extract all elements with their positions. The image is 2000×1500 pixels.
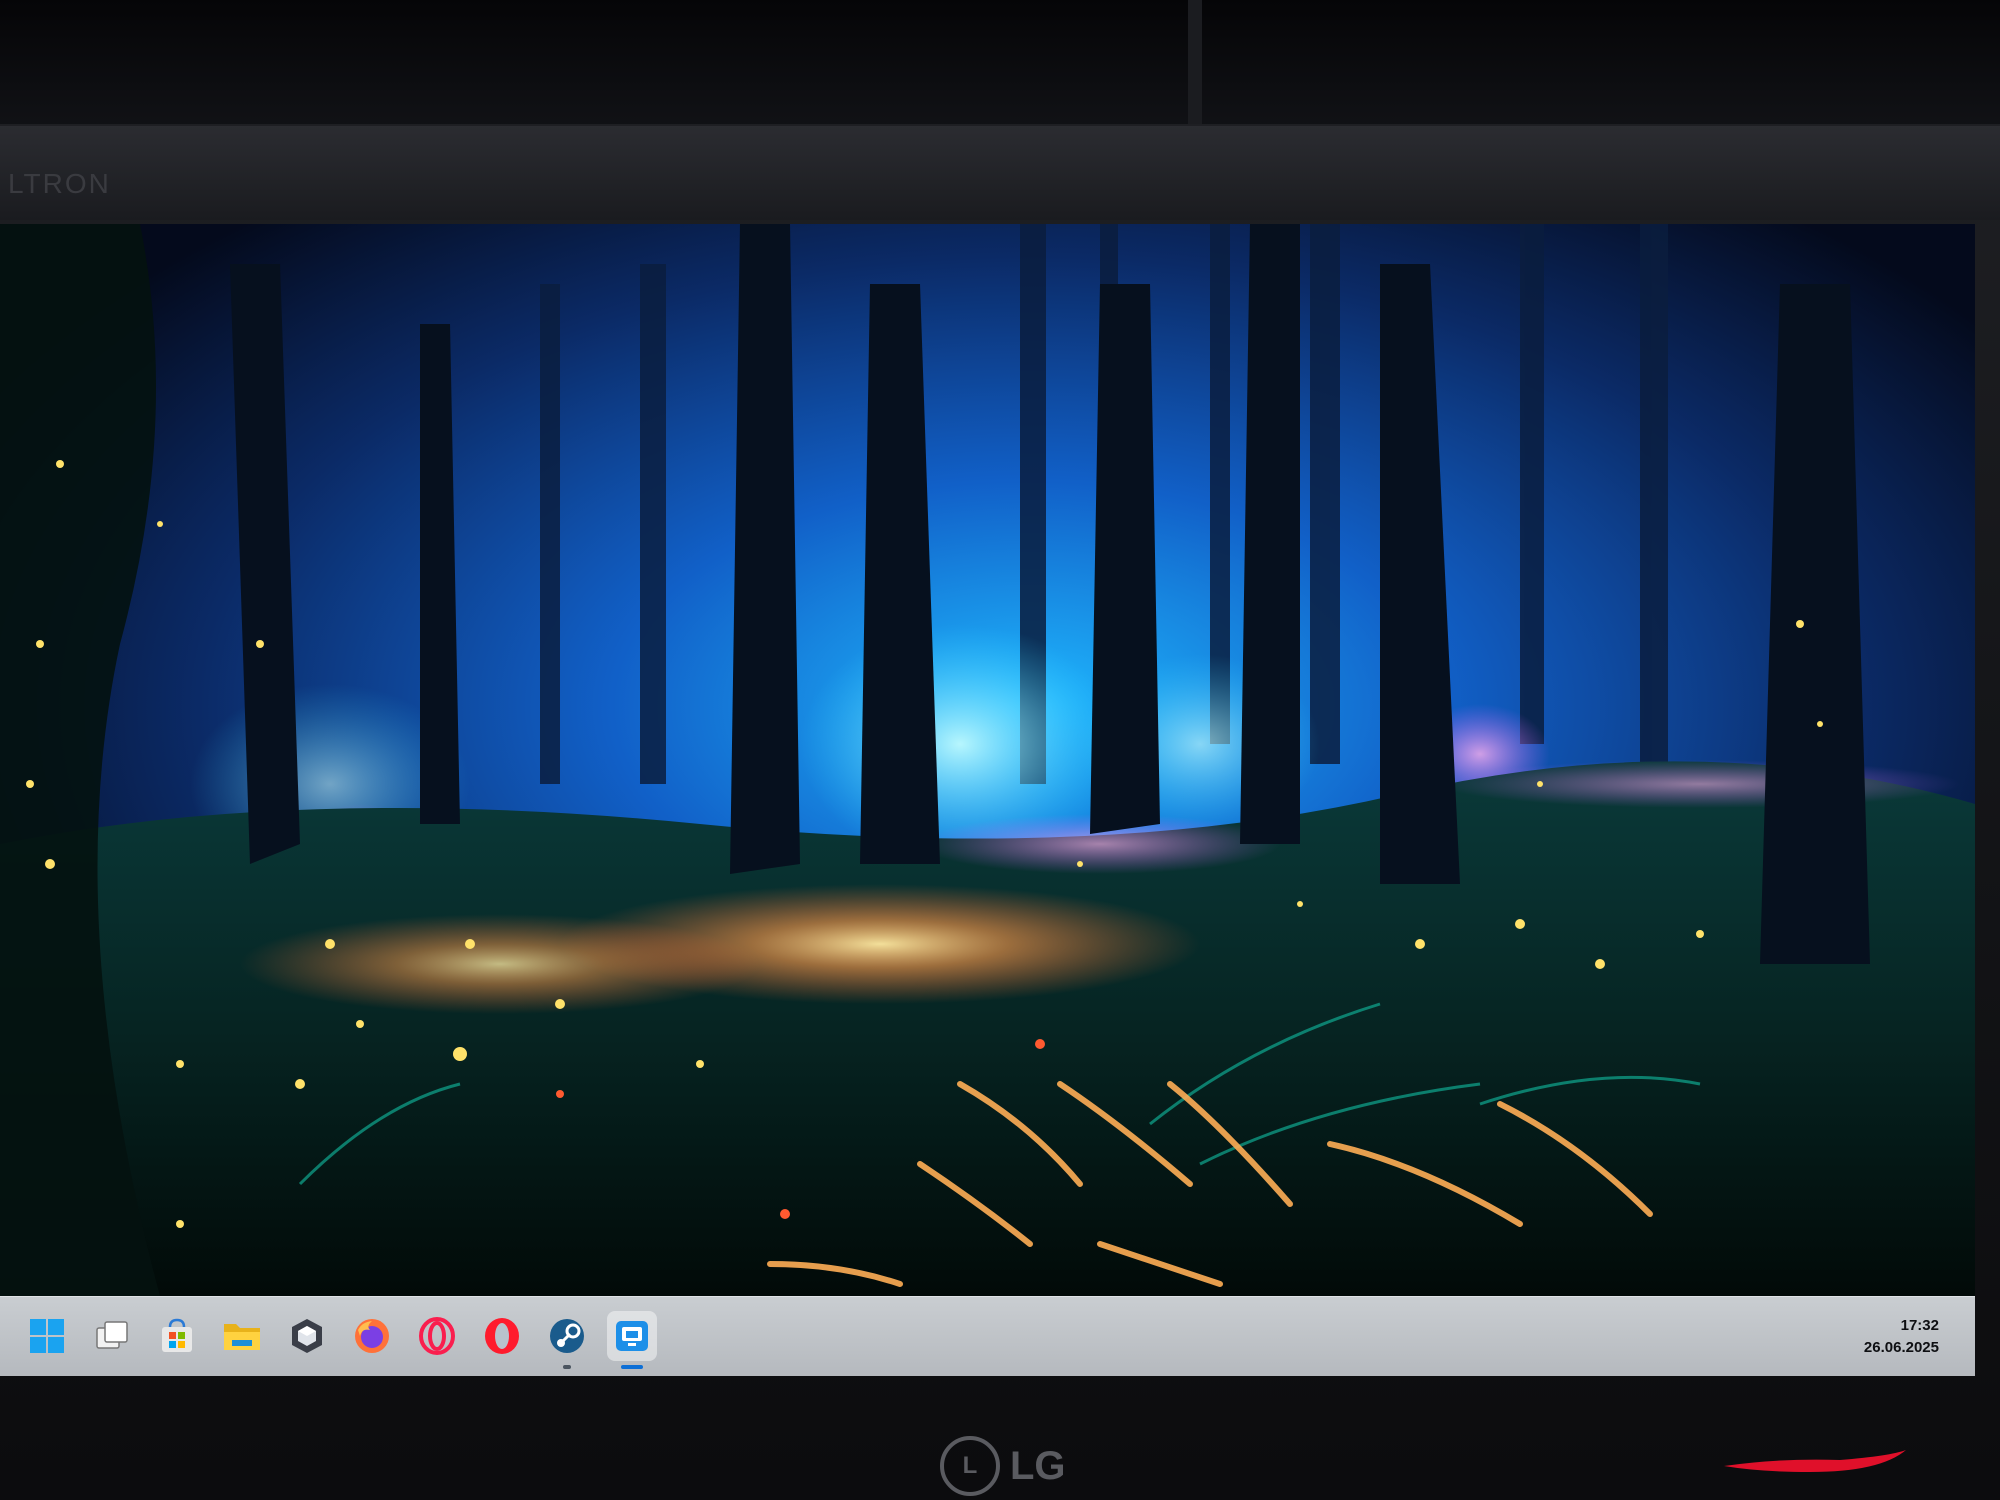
system-clock[interactable]: 17:32 26.06.2025	[1864, 1315, 1939, 1359]
bezel-brand-label: LTRON	[8, 168, 111, 199]
hexagon-app-icon	[292, 1319, 322, 1353]
power-led-light	[1724, 1450, 1906, 1472]
task-view-button[interactable]	[87, 1311, 137, 1361]
steam-icon	[550, 1319, 584, 1353]
opera-icon	[485, 1318, 519, 1354]
windows-logo-icon	[30, 1319, 64, 1353]
app-hexagon-button[interactable]	[282, 1311, 332, 1361]
opera-button[interactable]	[477, 1311, 527, 1361]
remote-desktop-button[interactable]	[607, 1311, 657, 1369]
lg-logo-mark: L	[940, 1436, 1000, 1496]
clock-date: 26.06.2025	[1863, 1339, 1939, 1356]
microsoft-store-button[interactable]	[152, 1311, 202, 1361]
clock-time: 17:32	[1900, 1317, 1939, 1334]
monitor-screen: 17:32 26.06.2025	[0, 224, 1975, 1376]
desktop-wallpaper[interactable]	[0, 224, 1975, 1296]
monitor-bezel-top	[0, 126, 2000, 220]
running-indicator	[563, 1365, 571, 1369]
file-explorer-button[interactable]	[217, 1311, 267, 1361]
store-icon	[162, 1318, 192, 1352]
steam-button[interactable]	[542, 1311, 592, 1369]
taskbar: 17:32 26.06.2025	[0, 1296, 1975, 1376]
lg-logo-text: LG	[1010, 1443, 1066, 1488]
remote-desktop-icon	[616, 1321, 648, 1351]
firefox-icon	[355, 1319, 389, 1353]
lg-logo: L LG	[940, 1436, 1066, 1496]
opera-gx-button[interactable]	[412, 1311, 462, 1361]
folder-icon	[224, 1324, 260, 1350]
background-wall	[0, 0, 2000, 130]
task-view-icon	[96, 1321, 128, 1349]
firefox-button[interactable]	[347, 1311, 397, 1361]
opera-gx-icon	[419, 1317, 455, 1355]
active-indicator	[621, 1365, 643, 1369]
wall-divider	[1188, 0, 1202, 128]
start-button[interactable]	[22, 1311, 72, 1361]
